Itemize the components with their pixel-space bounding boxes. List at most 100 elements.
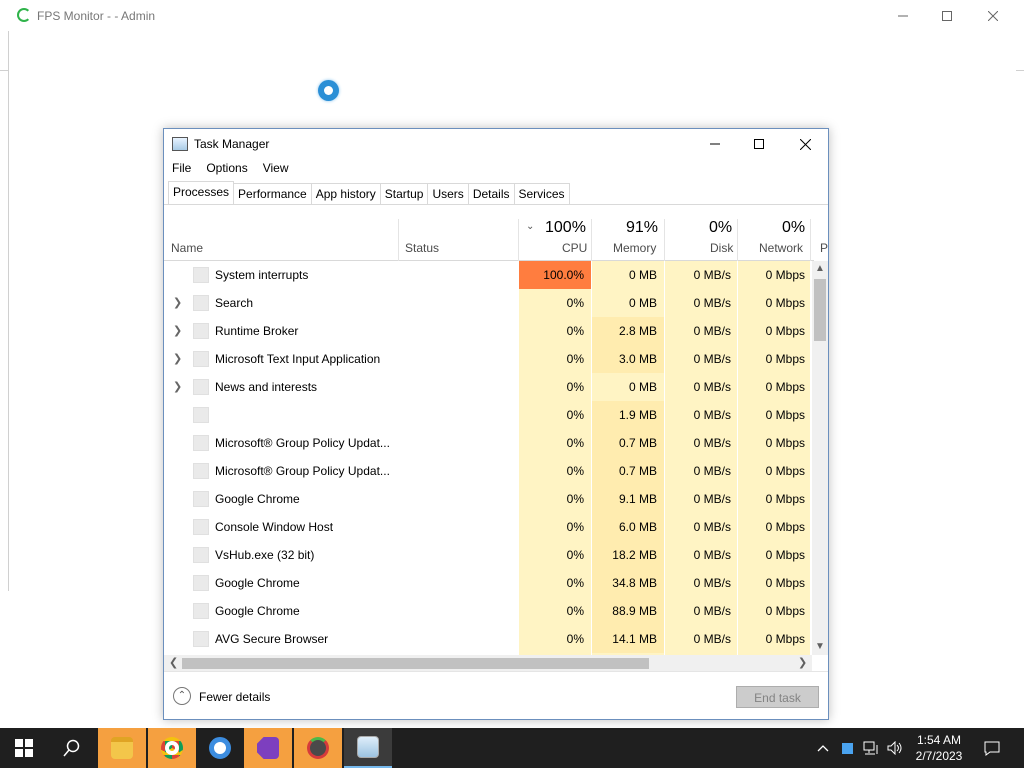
show-hidden-icons-button[interactable] — [812, 728, 834, 768]
taskbar-clock[interactable]: 1:54 AM 2/7/2023 — [906, 732, 972, 764]
process-cpu: 0% — [519, 345, 591, 373]
process-network: 0 Mbps — [738, 373, 810, 401]
end-task-button[interactable]: End task — [736, 686, 819, 708]
process-icon — [193, 379, 209, 395]
expand-chevron-icon[interactable]: ❯ — [173, 352, 182, 365]
vertical-scrollbar[interactable]: ▲ ▼ — [812, 261, 828, 655]
column-header-name[interactable]: Name — [171, 241, 203, 255]
process-cpu: 0% — [519, 289, 591, 317]
process-row[interactable]: Microsoft® Group Policy Updat... 0% 0.7 MB… — [164, 457, 814, 485]
expand-chevron-icon[interactable]: ❯ — [173, 324, 182, 337]
tab-details[interactable]: Details — [468, 183, 515, 205]
process-row[interactable]: Console Window Host 0% 6.0 MB 0 MB/s 0 Mbps — [164, 513, 814, 541]
menu-file[interactable]: File — [164, 159, 198, 179]
process-cpu: 100.0% — [519, 261, 591, 289]
fps-monitor-titlebar[interactable]: FPS Monitor - - Admin — [0, 0, 1024, 31]
tab-processes[interactable]: Processes — [168, 181, 235, 205]
menu-options[interactable]: Options — [198, 159, 254, 179]
fps-monitor-title: FPS Monitor - - Admin — [37, 9, 156, 23]
process-network: 0 Mbps — [738, 429, 810, 457]
fps-minimize-button[interactable] — [880, 0, 926, 31]
process-name: System interrupts — [215, 268, 309, 282]
scroll-down-icon[interactable]: ▼ — [815, 641, 825, 652]
process-row[interactable]: AVG Secure Browser 0% 14.1 MB 0 MB/s 0 Mbps — [164, 625, 814, 653]
process-row[interactable]: Microsoft® Group Policy Updat... 0% 0.7 MB… — [164, 429, 814, 457]
column-header-status[interactable]: Status — [405, 241, 439, 255]
process-disk: 0 MB/s — [665, 457, 737, 485]
menu-view[interactable]: View — [255, 159, 296, 179]
start-button[interactable] — [0, 728, 48, 768]
fps-maximize-button[interactable] — [924, 0, 970, 31]
scroll-left-icon[interactable]: ❮ — [169, 656, 178, 669]
fewer-details-link[interactable]: Fewer details — [199, 690, 270, 704]
volume-button[interactable] — [884, 728, 906, 768]
process-icon — [193, 603, 209, 619]
notifications-button[interactable] — [980, 728, 1004, 768]
process-row[interactable]: Google Chrome 0% 34.8 MB 0 MB/s 0 Mbps — [164, 569, 814, 597]
process-row[interactable]: 0% 1.9 MB 0 MB/s 0 Mbps — [164, 401, 814, 429]
process-icon — [193, 351, 209, 367]
column-header-cpu[interactable]: CPU — [562, 241, 587, 255]
sort-descending-icon: ⌄ — [526, 221, 535, 232]
taskbar-task-manager[interactable] — [344, 728, 392, 768]
scroll-right-icon[interactable]: ❯ — [798, 656, 807, 669]
process-network: 0 Mbps — [738, 597, 810, 625]
expand-chevron-icon[interactable]: ❯ — [173, 380, 182, 393]
process-name: Google Chrome — [215, 604, 300, 618]
scroll-up-icon[interactable]: ▲ — [815, 263, 825, 274]
column-header-memory[interactable]: Memory — [613, 241, 656, 255]
process-name: Search — [215, 296, 254, 310]
memory-total-percent: 91% — [626, 219, 659, 236]
process-disk: 0 MB/s — [665, 541, 737, 569]
tm-maximize-button[interactable] — [736, 129, 782, 159]
process-row[interactable]: Google Chrome 0% 9.1 MB 0 MB/s 0 Mbps — [164, 485, 814, 513]
process-disk: 0 MB/s — [665, 373, 737, 401]
tray-app-button[interactable] — [836, 728, 858, 768]
process-row[interactable]: System interrupts 100.0% 0 MB 0 MB/s 0 Mbps — [164, 261, 814, 289]
process-row[interactable]: ❯ News and interests 0% 0 MB 0 MB/s 0 Mbps — [164, 373, 814, 401]
tm-minimize-button[interactable] — [692, 129, 738, 159]
process-row[interactable]: Google Chrome 0% 88.9 MB 0 MB/s 0 Mbps — [164, 597, 814, 625]
column-header-disk[interactable]: Disk — [710, 241, 733, 255]
taskbar-visual-studio[interactable] — [244, 728, 292, 768]
taskbar-file-explorer[interactable] — [98, 728, 146, 768]
process-network: 0 Mbps — [738, 457, 810, 485]
process-memory: 0 MB — [592, 373, 664, 401]
process-name: Microsoft® Group Policy Updat... — [215, 464, 390, 478]
expand-chevron-icon[interactable]: ❯ — [173, 296, 182, 309]
process-row[interactable]: ❯ Search 0% 0 MB 0 MB/s 0 Mbps — [164, 289, 814, 317]
tab-users[interactable]: Users — [428, 183, 469, 205]
process-disk: 0 MB/s — [665, 485, 737, 513]
search-button[interactable] — [48, 728, 96, 768]
process-row[interactable]: VsHub.exe (32 bit) 0% 18.2 MB 0 MB/s 0 Mbps — [164, 541, 814, 569]
network-button[interactable] — [860, 728, 882, 768]
process-row[interactable]: ❯ Runtime Broker 0% 2.8 MB 0 MB/s 0 Mbps — [164, 317, 814, 345]
process-disk: 0 MB/s — [665, 261, 737, 289]
task-manager-title: Task Manager — [194, 137, 270, 151]
horizontal-scroll-thumb[interactable] — [182, 658, 649, 669]
chevron-up-icon[interactable]: ⌃ — [173, 687, 191, 705]
process-memory: 14.1 MB — [592, 625, 664, 653]
tab-app-history[interactable]: App history — [311, 183, 381, 205]
tab-performance[interactable]: Performance — [234, 183, 312, 205]
column-header-power[interactable]: P — [820, 241, 828, 255]
taskbar-avg-browser[interactable] — [196, 728, 244, 768]
taskbar-fps-monitor[interactable] — [294, 728, 342, 768]
task-manager-titlebar[interactable]: Task Manager — [164, 129, 828, 159]
taskbar-chrome[interactable] — [148, 728, 196, 768]
process-network: 0 Mbps — [738, 625, 810, 653]
tm-close-button[interactable] — [782, 129, 828, 159]
close-icon — [799, 138, 811, 150]
process-network: 0 Mbps — [738, 261, 810, 289]
tab-services[interactable]: Services — [514, 183, 570, 205]
process-row[interactable]: ❯ Microsoft Text Input Application 0% 3.0 M… — [164, 345, 814, 373]
process-cpu: 0% — [519, 597, 591, 625]
horizontal-scrollbar[interactable]: ❮ ❯ — [164, 655, 812, 671]
fps-monitor-icon — [307, 737, 329, 759]
fps-close-button[interactable] — [970, 0, 1016, 31]
tab-startup[interactable]: Startup — [380, 183, 429, 205]
process-list: System interrupts 100.0% 0 MB 0 MB/s 0 Mbps ❯… — [164, 261, 814, 655]
column-header-network[interactable]: Network — [759, 241, 803, 255]
column-separator — [591, 219, 592, 261]
vertical-scroll-thumb[interactable] — [814, 279, 826, 341]
